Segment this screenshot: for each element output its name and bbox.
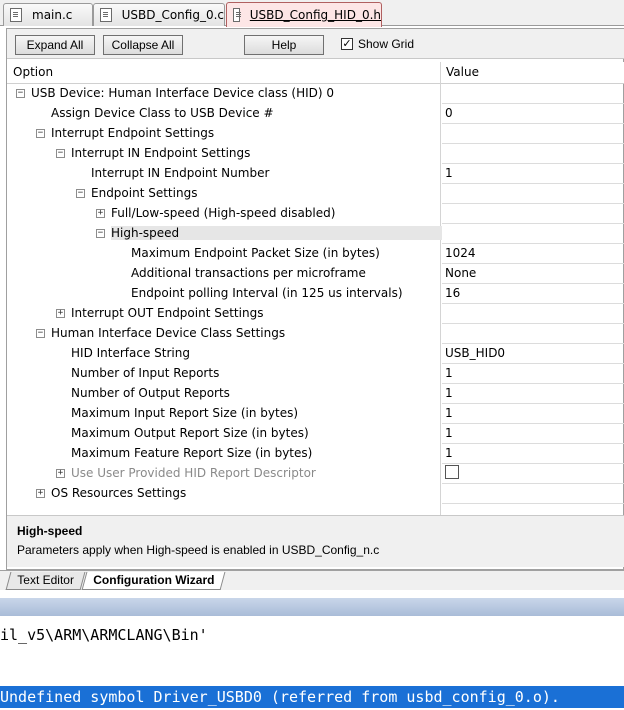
option-label: USB Device: Human Interface Device class… — [31, 86, 335, 100]
file-tab-label: USBD_Config_0.c — [121, 8, 224, 22]
option-value[interactable]: 0 — [445, 106, 453, 120]
option-label: Human Interface Device Class Settings — [51, 326, 286, 340]
tab-label: Configuration Wizard — [93, 573, 215, 587]
option-label: Maximum Input Report Size (in bytes) — [71, 406, 299, 420]
option-value[interactable]: 16 — [445, 286, 460, 300]
tree-row[interactable]: Maximum Input Report Size (in bytes) 1 — [7, 404, 624, 424]
option-value[interactable]: 1024 — [445, 246, 476, 260]
option-value[interactable]: 1 — [445, 446, 453, 460]
tree-row[interactable]: Maximum Feature Report Size (in bytes) 1 — [7, 444, 624, 464]
file-tab-main-c[interactable]: main.c — [3, 3, 93, 26]
grid-header: Option Value — [7, 62, 624, 84]
wizard-toolbar: Expand All Collapse All Help ✓ Show Grid — [7, 29, 624, 59]
option-value[interactable]: 1 — [445, 426, 453, 440]
tree-row[interactable]: HID Interface String USB_HID0 — [7, 344, 624, 364]
expand-toggle-icon[interactable]: + — [56, 309, 65, 318]
option-value[interactable]: 1 — [445, 166, 453, 180]
option-label: Maximum Endpoint Packet Size (in bytes) — [131, 246, 380, 260]
option-label: Number of Output Reports — [71, 386, 230, 400]
tab-label: Text Editor — [17, 573, 74, 587]
expand-toggle-icon[interactable]: + — [96, 209, 105, 218]
option-label: Full/Low-speed (High-speed disabled) — [111, 206, 336, 220]
file-tab-usbd-config-hid-0-h[interactable]: USBD_Config_HID_0.h — [226, 2, 382, 27]
hid-report-descriptor-checkbox[interactable] — [445, 465, 459, 479]
tree-row-selected[interactable]: − High-speed — [7, 224, 624, 244]
option-label: Interrupt Endpoint Settings — [51, 126, 215, 140]
option-value[interactable]: 1 — [445, 386, 453, 400]
collapse-toggle-icon[interactable]: − — [36, 129, 45, 138]
option-label: Number of Input Reports — [71, 366, 220, 380]
collapse-toggle-icon[interactable]: − — [36, 329, 45, 338]
pane-splitter[interactable] — [0, 598, 624, 616]
option-label: Maximum Feature Report Size (in bytes) — [71, 446, 313, 460]
tree-row[interactable]: Maximum Output Report Size (in bytes) 1 — [7, 424, 624, 444]
option-label: Additional transactions per microframe — [131, 266, 366, 280]
option-description-panel: High-speed Parameters apply when High-sp… — [7, 515, 624, 567]
description-text: Parameters apply when High-speed is enab… — [17, 543, 380, 557]
option-label: High-speed — [111, 226, 442, 240]
help-button[interactable]: Help — [244, 35, 324, 55]
file-tab-usbd-config-0-c[interactable]: USBD_Config_0.c — [93, 3, 225, 26]
collapse-toggle-icon[interactable]: − — [16, 89, 25, 98]
file-icon — [233, 8, 241, 22]
tree-row[interactable]: + OS Resources Settings — [7, 484, 624, 504]
option-label: Interrupt OUT Endpoint Settings — [71, 306, 264, 320]
tree-row[interactable]: − USB Device: Human Interface Device cla… — [7, 84, 624, 104]
tree-row[interactable]: − Interrupt IN Endpoint Settings — [7, 144, 624, 164]
option-label: Use User Provided HID Report Descriptor — [71, 466, 316, 480]
option-label: Endpoint Settings — [91, 186, 198, 200]
tree-row[interactable]: − Human Interface Device Class Settings — [7, 324, 624, 344]
option-value[interactable]: None — [445, 266, 476, 280]
option-value[interactable]: 1 — [445, 366, 453, 380]
option-label: OS Resources Settings — [51, 486, 187, 500]
option-label: HID Interface String — [71, 346, 190, 360]
tree-row[interactable]: Additional transactions per microframe N… — [7, 264, 624, 284]
file-tab-label: USBD_Config_HID_0.h — [249, 8, 381, 22]
tree-row[interactable]: + Interrupt OUT Endpoint Settings — [7, 304, 624, 324]
expand-all-button[interactable]: Expand All — [15, 35, 95, 55]
output-line: il_v5\ARM\ARMCLANG\Bin' — [0, 626, 208, 644]
option-column-header[interactable]: Option — [13, 65, 53, 79]
collapse-all-button[interactable]: Collapse All — [103, 35, 183, 55]
tree-row[interactable]: Endpoint polling Interval (in 125 us int… — [7, 284, 624, 304]
tree-row[interactable]: Maximum Endpoint Packet Size (in bytes) … — [7, 244, 624, 264]
output-line-selected[interactable]: Undefined symbol Driver_USBD0 (referred … — [0, 686, 624, 708]
file-tab-bar: main.c USBD_Config_0.c USBD_Config_HID_0… — [0, 0, 624, 27]
tree-row[interactable]: + Full/Low-speed (High-speed disabled) — [7, 204, 624, 224]
description-title: High-speed — [17, 524, 83, 538]
tree-row[interactable]: − Endpoint Settings — [7, 184, 624, 204]
option-label: Assign Device Class to USB Device # — [51, 106, 274, 120]
expand-toggle-icon[interactable]: + — [56, 469, 65, 478]
option-value[interactable]: USB_HID0 — [445, 346, 505, 360]
expand-toggle-icon[interactable]: + — [36, 489, 45, 498]
tab-text-editor[interactable]: Text Editor — [5, 572, 86, 590]
option-value[interactable]: 1 — [445, 406, 453, 420]
tab-configuration-wizard[interactable]: Configuration Wizard — [81, 572, 226, 590]
collapse-toggle-icon[interactable]: − — [56, 149, 65, 158]
show-grid-label: Show Grid — [358, 37, 415, 51]
option-label: Interrupt IN Endpoint Settings — [71, 146, 251, 160]
tree-row[interactable]: Assign Device Class to USB Device # 0 — [7, 104, 624, 124]
build-output-pane[interactable]: il_v5\ARM\ARMCLANG\Bin' Undefined symbol… — [0, 616, 624, 710]
value-column-header[interactable]: Value — [446, 65, 479, 79]
editor-mode-tabs: Text Editor Configuration Wizard — [0, 570, 624, 590]
tree-row[interactable]: Number of Output Reports 1 — [7, 384, 624, 404]
tree-row[interactable]: Number of Input Reports 1 — [7, 364, 624, 384]
collapse-toggle-icon[interactable]: − — [76, 189, 85, 198]
show-grid-checkbox[interactable]: ✓ — [341, 38, 353, 50]
tree-row-disabled[interactable]: + Use User Provided HID Report Descripto… — [7, 464, 624, 484]
file-icon — [100, 8, 112, 22]
option-label: Maximum Output Report Size (in bytes) — [71, 426, 309, 440]
file-icon — [10, 8, 22, 22]
tree-row[interactable]: Interrupt IN Endpoint Number 1 — [7, 164, 624, 184]
option-label: Interrupt IN Endpoint Number — [91, 166, 270, 180]
file-tab-label: main.c — [32, 8, 73, 22]
tree-row[interactable]: − Interrupt Endpoint Settings — [7, 124, 624, 144]
row-divider — [442, 503, 624, 504]
collapse-toggle-icon[interactable]: − — [96, 229, 105, 238]
option-label: Endpoint polling Interval (in 125 us int… — [131, 286, 403, 300]
